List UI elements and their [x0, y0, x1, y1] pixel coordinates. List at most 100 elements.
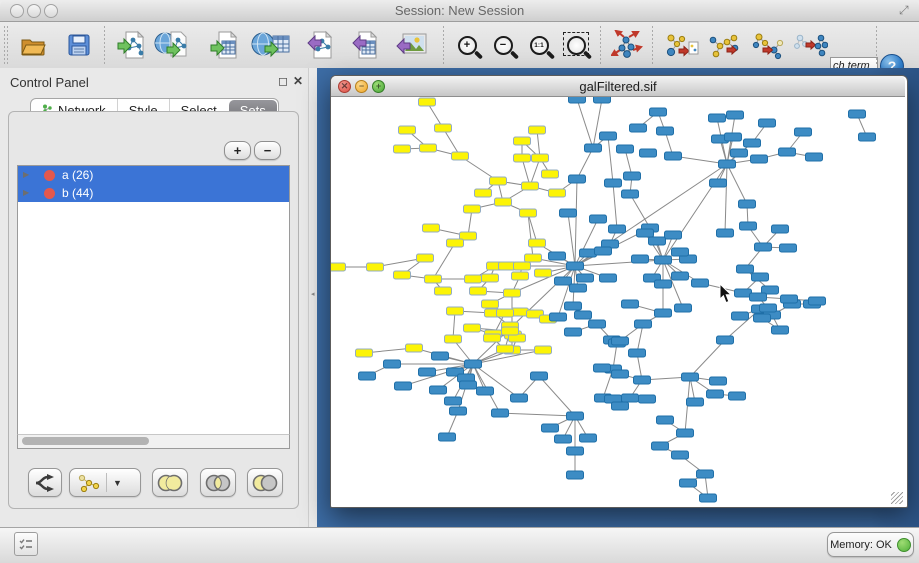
graph-node[interactable] — [655, 309, 672, 317]
graph-node[interactable] — [529, 126, 546, 134]
graph-node[interactable] — [512, 272, 529, 280]
graph-node[interactable] — [567, 412, 584, 420]
graph-node[interactable] — [655, 256, 672, 264]
graph-node[interactable] — [639, 395, 656, 403]
create-set-from-selection-button[interactable]: ▼ — [69, 468, 141, 497]
graph-node[interactable] — [520, 209, 537, 217]
expander-icon[interactable]: ▶ — [23, 171, 31, 179]
graph-node[interactable] — [465, 275, 482, 283]
show-all-button[interactable] — [792, 28, 830, 62]
graph-node[interactable] — [750, 293, 767, 301]
graph-node[interactable] — [672, 451, 689, 459]
graph-node[interactable] — [719, 160, 736, 168]
graph-node[interactable] — [452, 152, 469, 160]
zoom-one-to-one-button[interactable]: 1:1 — [524, 28, 554, 62]
graph-node[interactable] — [752, 273, 769, 281]
graph-node[interactable] — [484, 334, 501, 342]
close-panel-button[interactable]: ✕ — [293, 75, 303, 87]
graph-node[interactable] — [460, 381, 477, 389]
graph-node[interactable] — [809, 297, 826, 305]
graph-node[interactable] — [655, 280, 672, 288]
graph-node[interactable] — [535, 346, 552, 354]
graph-node[interactable] — [849, 110, 866, 118]
graph-node[interactable] — [569, 175, 586, 183]
graph-node[interactable] — [594, 364, 611, 372]
graph-node[interactable] — [497, 309, 514, 317]
graph-node[interactable] — [634, 376, 651, 384]
graph-node[interactable] — [739, 200, 756, 208]
graph-node[interactable] — [731, 149, 748, 157]
graph-node[interactable] — [717, 336, 734, 344]
graph-node[interactable] — [490, 177, 507, 185]
graph-edge[interactable] — [433, 243, 455, 279]
graph-node[interactable] — [567, 262, 584, 270]
select-first-neighbors-button[interactable] — [706, 28, 744, 62]
graph-node[interactable] — [535, 269, 552, 277]
graph-node[interactable] — [650, 108, 667, 116]
graph-node[interactable] — [406, 344, 423, 352]
graph-node[interactable] — [709, 114, 726, 122]
graph-node[interactable] — [737, 265, 754, 273]
graph-node[interactable] — [567, 471, 584, 479]
sets-horizontal-scrollbar[interactable] — [17, 434, 290, 449]
graph-node[interactable] — [729, 392, 746, 400]
graph-node[interactable] — [435, 287, 452, 295]
expander-icon[interactable]: ▶ — [23, 189, 31, 197]
graph-node[interactable] — [589, 320, 606, 328]
graph-edge[interactable] — [613, 183, 617, 229]
graph-node[interactable] — [665, 152, 682, 160]
graph-node[interactable] — [632, 255, 649, 263]
graph-edge[interactable] — [608, 136, 613, 183]
graph-node[interactable] — [600, 132, 617, 140]
graph-node[interactable] — [732, 312, 749, 320]
graph-node[interactable] — [445, 397, 462, 405]
graph-node[interactable] — [682, 373, 699, 381]
graph-node[interactable] — [585, 144, 602, 152]
graph-node[interactable] — [475, 189, 492, 197]
graph-node[interactable] — [567, 447, 584, 455]
graph-node[interactable] — [399, 126, 416, 134]
graph-node[interactable] — [575, 311, 592, 319]
graph-node[interactable] — [657, 416, 674, 424]
graph-edge[interactable] — [690, 340, 725, 377]
graph-node[interactable] — [514, 262, 531, 270]
graph-node[interactable] — [447, 239, 464, 247]
graph-node[interactable] — [697, 470, 714, 478]
export-table-button[interactable] — [348, 28, 382, 62]
remove-set-button[interactable]: − — [254, 141, 281, 160]
graph-node[interactable] — [555, 435, 572, 443]
graph-node[interactable] — [649, 237, 666, 245]
zoom-in-button[interactable]: + — [452, 28, 482, 62]
intersection-button[interactable] — [200, 468, 236, 497]
graph-node[interactable] — [419, 98, 436, 106]
graph-node[interactable] — [672, 272, 689, 280]
scrollbar-thumb[interactable] — [22, 437, 149, 445]
graph-node[interactable] — [859, 133, 876, 141]
graph-node[interactable] — [795, 128, 812, 136]
import-network-file-button[interactable] — [115, 28, 149, 62]
graph-node[interactable] — [482, 274, 499, 282]
graph-node[interactable] — [432, 352, 449, 360]
graph-node[interactable] — [417, 254, 434, 262]
task-history-button[interactable] — [14, 532, 38, 556]
graph-node[interactable] — [522, 182, 539, 190]
difference-button[interactable] — [247, 468, 283, 497]
graph-node[interactable] — [595, 247, 612, 255]
graph-node[interactable] — [512, 308, 529, 316]
open-session-button[interactable] — [18, 28, 48, 62]
export-network-button[interactable] — [303, 28, 337, 62]
graph-node[interactable] — [425, 275, 442, 283]
graph-node[interactable] — [657, 127, 674, 135]
graph-node[interactable] — [760, 304, 777, 312]
graph-node[interactable] — [740, 222, 757, 230]
graph-node[interactable] — [477, 387, 494, 395]
graph-node[interactable] — [635, 320, 652, 328]
graph-node[interactable] — [707, 390, 724, 398]
fullscreen-icon[interactable]: ⤢ — [899, 4, 913, 17]
graph-node[interactable] — [772, 225, 789, 233]
graph-edge[interactable] — [663, 164, 727, 260]
graph-node[interactable] — [492, 409, 509, 417]
graph-node[interactable] — [447, 307, 464, 315]
graph-node[interactable] — [569, 97, 586, 103]
graph-node[interactable] — [675, 304, 692, 312]
